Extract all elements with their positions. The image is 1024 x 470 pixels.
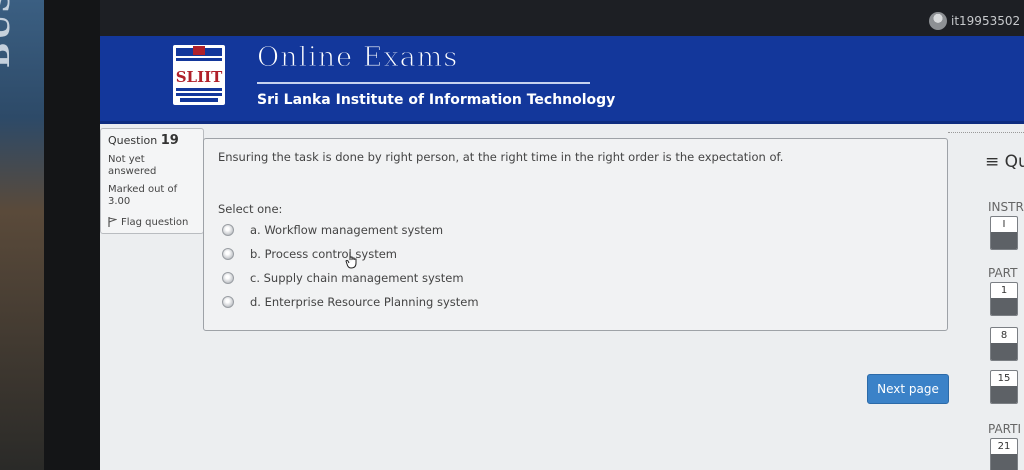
marked-out-of-label: Marked out of — [108, 184, 178, 195]
page-title: Online Exams — [256, 42, 459, 74]
quiz-navigation-panel: INSTR I PART 1 8 15 PARTI 21 — [985, 150, 1024, 470]
part-heading: PART — [988, 266, 1018, 280]
nav-tile-21[interactable]: 21 — [990, 438, 1018, 470]
option-a[interactable]: a. Workflow management system — [222, 221, 443, 239]
institute-name: Sri Lanka Institute of Information Techn… — [257, 92, 616, 108]
nav-tile-fill — [991, 232, 1017, 249]
sliit-logo-icon: SLIIT — [173, 45, 225, 105]
marks-info: Marked out of 3.00 — [108, 184, 196, 208]
hand-cursor-icon — [345, 252, 357, 269]
browser-screen: it19953502 M SLIIT Online Exams Sri Lank… — [100, 0, 1024, 470]
question-label: Question — [108, 134, 158, 147]
nav-tile-label: I — [1002, 219, 1006, 230]
next-page-button[interactable]: Next page — [867, 374, 949, 404]
nav-tile-fill — [991, 454, 1017, 470]
question-text: Ensuring the task is done by right perso… — [218, 150, 784, 164]
title-divider — [257, 82, 590, 84]
option-c[interactable]: c. Supply chain management system — [222, 269, 464, 287]
option-a-radio[interactable] — [222, 224, 234, 236]
top-navbar: it19953502 M — [100, 0, 1024, 36]
wall-sign-text: BUSI — [0, 0, 17, 68]
flag-icon — [108, 217, 117, 227]
question-number: Question 19 — [108, 133, 196, 148]
question-number-value: 19 — [160, 133, 179, 148]
flag-question-button[interactable]: Flag question — [108, 217, 196, 228]
instructions-heading: INSTR — [988, 200, 1024, 214]
nav-tile-8[interactable]: 8 — [990, 327, 1018, 361]
question-panel: Ensuring the task is done by right perso… — [203, 138, 948, 331]
select-one-label: Select one: — [218, 202, 283, 216]
nav-tile-1[interactable]: 1 — [990, 282, 1018, 316]
option-c-label[interactable]: c. Supply chain management system — [250, 271, 464, 285]
marks-value: 3.00 — [108, 196, 131, 207]
nav-tile-label: 15 — [997, 373, 1011, 384]
option-b-label[interactable]: b. Process control system — [250, 247, 397, 261]
option-d-radio[interactable] — [222, 296, 234, 308]
option-d-label[interactable]: d. Enterprise Resource Planning system — [250, 295, 479, 309]
flag-question-label: Flag question — [121, 217, 189, 228]
logo-text: SLIIT — [176, 68, 223, 86]
divider — [948, 132, 1024, 133]
option-d[interactable]: d. Enterprise Resource Planning system — [222, 293, 479, 311]
answer-status: Not yet answered — [108, 154, 157, 177]
user-id-label[interactable]: it19953502 M — [951, 14, 1024, 28]
background-wall: BUSI — [0, 0, 44, 470]
question-info-panel: Question 19 Not yet answered Marked out … — [100, 128, 204, 234]
monitor-bezel — [44, 0, 102, 470]
nav-tile-label: 1 — [1000, 285, 1008, 296]
option-c-radio[interactable] — [222, 272, 234, 284]
option-a-label[interactable]: a. Workflow management system — [250, 223, 443, 237]
nav-tile-label: 21 — [997, 441, 1011, 452]
exam-banner: SLIIT Online Exams Sri Lanka Institute o… — [100, 36, 1024, 124]
nav-tile-fill — [991, 343, 1017, 360]
nav-tile-fill — [991, 386, 1017, 403]
nav-tile-label: 8 — [1000, 330, 1008, 341]
option-b-radio[interactable] — [222, 248, 234, 260]
nav-tile-15[interactable]: 15 — [990, 370, 1018, 404]
part-heading-2: PARTI — [988, 422, 1022, 436]
user-avatar-icon[interactable] — [929, 12, 947, 30]
nav-tile-instructions[interactable]: I — [990, 216, 1018, 250]
nav-tile-fill — [991, 298, 1017, 315]
option-b[interactable]: b. Process control system — [222, 245, 397, 263]
